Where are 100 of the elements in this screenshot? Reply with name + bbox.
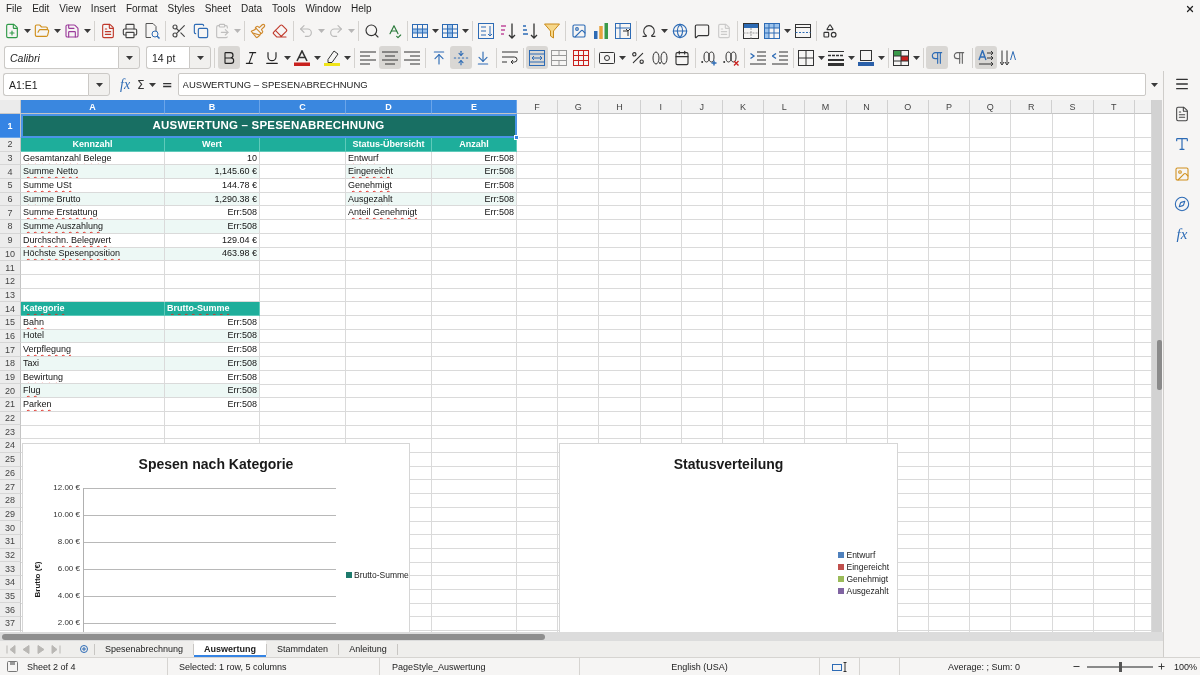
table-cell[interactable]: 1,145.60 €: [165, 165, 260, 180]
sheet-tab[interactable]: Stammdaten: [267, 641, 339, 657]
row-header[interactable]: 30: [0, 521, 21, 535]
row-header[interactable]: 20: [0, 384, 21, 399]
row-header[interactable]: 11: [0, 261, 21, 275]
horizontal-scrollbar[interactable]: [0, 632, 1163, 641]
table-cell[interactable]: Flug: [21, 384, 165, 399]
menu-item[interactable]: Insert: [85, 2, 121, 15]
row-header[interactable]: 17: [0, 343, 21, 357]
column-header[interactable]: S: [1052, 100, 1094, 114]
menu-item[interactable]: Edit: [27, 2, 55, 15]
formula-button[interactable]: =: [159, 77, 175, 92]
zoom-percentage[interactable]: 100%: [1174, 661, 1198, 672]
table-cell[interactable]: Eingereicht: [346, 165, 432, 180]
merge-center-button[interactable]: [526, 46, 548, 69]
column-header[interactable]: E: [432, 100, 517, 114]
scrollbar-thumb[interactable]: [1157, 340, 1162, 390]
sum-button[interactable]: Σ: [135, 77, 158, 92]
fill-handle[interactable]: [514, 135, 519, 140]
column-header[interactable]: Q: [970, 100, 1012, 114]
column-header[interactable]: H: [599, 100, 641, 114]
column-header[interactable]: J: [681, 100, 723, 114]
table-cell[interactable]: Err:508: [432, 165, 517, 180]
functions-button[interactable]: fx: [1170, 223, 1194, 245]
text-direction-button[interactable]: [975, 46, 997, 69]
column-header[interactable]: D: [346, 100, 432, 114]
function-wizard-button[interactable]: fx: [118, 76, 133, 93]
table-cell[interactable]: Taxi: [21, 357, 165, 371]
dropdown-button[interactable]: [88, 73, 110, 96]
menu-item[interactable]: Tools: [267, 2, 301, 15]
align-middle-button[interactable]: [450, 46, 472, 69]
font-name-field[interactable]: Calibri: [4, 46, 118, 69]
formula-input[interactable]: AUSWERTUNG – SPESENABRECHNUNG: [177, 73, 1146, 96]
column-header[interactable]: M: [805, 100, 847, 114]
column-header[interactable]: T: [1093, 100, 1135, 114]
menu-item[interactable]: File: [1, 2, 28, 15]
menu-item[interactable]: Help: [346, 2, 377, 15]
menu-item[interactable]: Sheet: [199, 2, 236, 15]
column-header[interactable]: B: [165, 100, 260, 114]
caret-icon: [196, 55, 204, 60]
status-text[interactable]: PageStyle_Auswertung: [392, 661, 486, 672]
column-header[interactable]: N: [846, 100, 888, 114]
row-header[interactable]: 7: [0, 206, 21, 221]
table-cell[interactable]: Err:508: [165, 384, 260, 399]
vertical-scrollbar[interactable]: [1152, 100, 1162, 632]
table-cell[interactable]: Summe Auszahlung: [21, 220, 165, 234]
sheet-tab[interactable]: Auswertung: [194, 641, 267, 657]
table-cell[interactable]: Err:508: [165, 357, 260, 371]
scrollbar-thumb[interactable]: [2, 633, 545, 640]
column-header[interactable]: O: [887, 100, 929, 114]
row-header[interactable]: 8: [0, 220, 21, 234]
column-header[interactable]: G: [558, 100, 600, 114]
row-header[interactable]: 4: [0, 165, 21, 180]
row-header[interactable]: 24: [0, 439, 21, 453]
column-header[interactable]: K: [722, 100, 765, 114]
header-cell[interactable]: [260, 138, 346, 152]
status-text[interactable]: English (USA): [671, 661, 728, 672]
row-header[interactable]: 5: [0, 179, 21, 193]
menu-item[interactable]: Data: [235, 2, 268, 15]
print-area-icon: [743, 22, 759, 39]
menu-item[interactable]: View: [54, 2, 86, 15]
add-sheet-icon[interactable]: [80, 645, 88, 653]
column-header[interactable]: C: [260, 100, 346, 114]
column-header[interactable]: P: [928, 100, 971, 114]
column-header[interactable]: R: [1011, 100, 1053, 114]
column-header[interactable]: L: [764, 100, 806, 114]
row-header[interactable]: 37: [0, 617, 21, 631]
slider-thumb[interactable]: [1118, 661, 1122, 672]
bold-button[interactable]: [218, 46, 240, 69]
dropdown-button[interactable]: [118, 46, 140, 69]
row-header[interactable]: 27: [0, 480, 21, 494]
left-to-right-button[interactable]: [926, 46, 948, 69]
table-cell[interactable]: Err:508: [165, 220, 260, 234]
row-header[interactable]: 18: [0, 357, 21, 371]
rectangle-cursor-icon[interactable]: [831, 661, 848, 672]
title-cell[interactable]: AUSWERTUNG – SPESENABRECHNUNG: [21, 114, 517, 138]
dropdown-button[interactable]: [189, 46, 211, 69]
sheet-tab[interactable]: Anleitung: [339, 641, 397, 657]
name-box[interactable]: A1:E1: [3, 73, 88, 96]
column-header[interactable]: F: [517, 100, 559, 114]
font-color-icon: [294, 49, 310, 66]
column-header[interactable]: I: [640, 100, 682, 114]
menu-item[interactable]: Format: [120, 2, 163, 15]
row-header[interactable]: 2: [0, 138, 21, 152]
row-header[interactable]: 14: [0, 302, 21, 316]
close-button[interactable]: [1185, 3, 1195, 14]
row-header[interactable]: 23: [0, 425, 21, 440]
row-header[interactable]: 34: [0, 576, 21, 590]
table-cell[interactable]: Summe Netto: [21, 165, 165, 180]
column-header[interactable]: A: [21, 100, 165, 114]
row-header[interactable]: 33: [0, 562, 21, 576]
plus-icon[interactable]: [1157, 662, 1166, 671]
row-header[interactable]: 21: [0, 398, 21, 412]
row-header[interactable]: 1: [0, 114, 21, 138]
spreadsheet-grid[interactable]: [0, 100, 1152, 632]
sheet-tab[interactable]: Spesenabrechnung: [95, 641, 194, 657]
row-header[interactable]: 36: [0, 603, 21, 618]
menu-item[interactable]: Styles: [162, 2, 200, 15]
menu-item[interactable]: Window: [300, 2, 346, 15]
font-size-field[interactable]: 14 pt: [146, 46, 189, 69]
